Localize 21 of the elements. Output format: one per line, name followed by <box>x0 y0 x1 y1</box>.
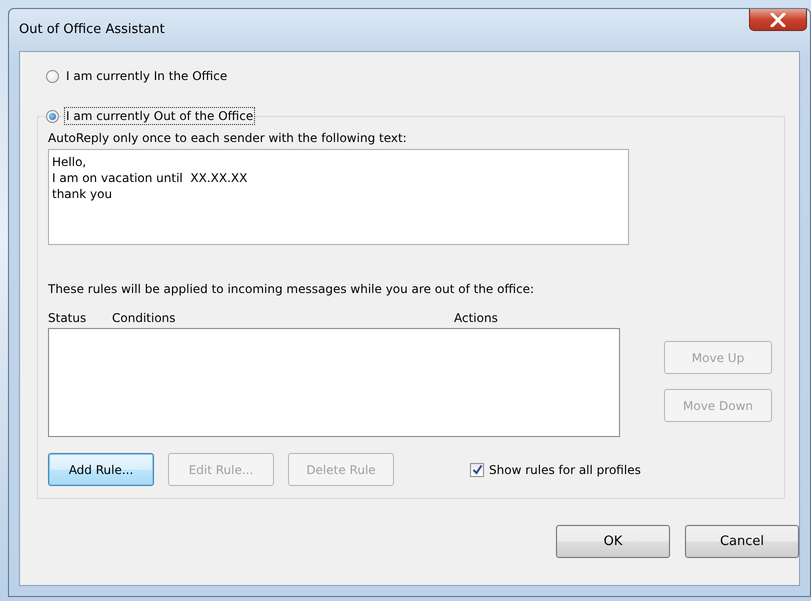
autoreply-label: AutoReply only once to each sender with the following text: <box>48 131 408 145</box>
dialog-button[interactable]: Cancel <box>685 525 799 558</box>
dialog-button[interactable]: OK <box>556 525 670 558</box>
rule-button: Delete Rule <box>288 453 394 486</box>
checkbox-label[interactable]: Show rules for all profiles <box>489 462 641 476</box>
move-button: Move Down <box>664 389 772 422</box>
radio-button[interactable] <box>46 70 59 82</box>
close-button[interactable] <box>749 9 807 31</box>
column-header[interactable]: Conditions <box>112 311 454 328</box>
column-header[interactable]: Actions <box>454 311 498 328</box>
rule-button[interactable]: Add Rule... <box>48 453 154 486</box>
input-field[interactable]: Hello, I am on vacation until XX.XX.XX thank you <box>48 149 629 245</box>
column-header[interactable]: Status <box>48 311 112 328</box>
close-icon <box>770 12 786 26</box>
radio-label[interactable]: I am currently Out of the Office <box>64 107 256 125</box>
checkbox[interactable] <box>470 462 484 476</box>
move-button: Move Up <box>664 341 772 374</box>
rule-button: Edit Rule... <box>168 453 274 486</box>
window-title: Out of Office Assistant <box>19 22 165 37</box>
radio-button[interactable] <box>46 110 59 122</box>
rules-label: These rules will be applied to incoming messages while you are out of the office: <box>48 282 536 296</box>
